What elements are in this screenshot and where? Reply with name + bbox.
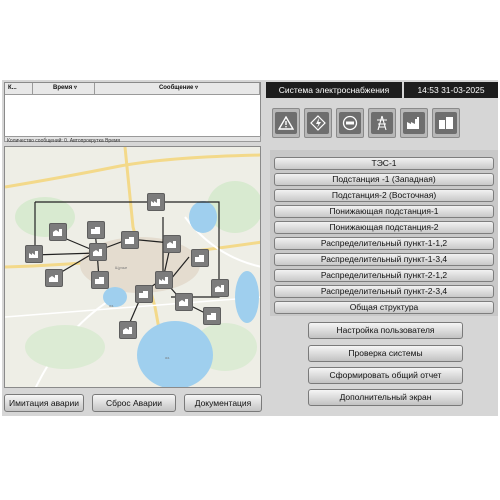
- object-button[interactable]: Распределительный пункт-2-3,4: [274, 285, 494, 298]
- node-substation[interactable]: [49, 223, 67, 241]
- factory-icon: [151, 199, 160, 206]
- building-icon: [123, 327, 132, 334]
- node-substation-west[interactable]: [25, 245, 43, 263]
- building-icon: [215, 285, 224, 292]
- building-icon: [195, 255, 204, 262]
- buildings-tool-button[interactable]: [432, 108, 460, 138]
- lines-tool-button[interactable]: [368, 108, 396, 138]
- general-report-button[interactable]: Сформировать общий отчет: [308, 367, 463, 384]
- power-tool-button[interactable]: [304, 108, 332, 138]
- building-icon: [53, 229, 62, 236]
- building-icon: [167, 241, 176, 248]
- plants-tool-button[interactable]: [400, 108, 428, 138]
- factory-icon: [407, 117, 419, 129]
- object-button[interactable]: Распределительный пункт-2-1,2: [274, 269, 494, 282]
- messages-header: К... Время ▿ Сообщение ▿: [5, 83, 260, 95]
- node-distribution-point[interactable]: [119, 321, 137, 339]
- documentation-button[interactable]: Документация: [184, 394, 262, 412]
- node-distribution-point[interactable]: [175, 293, 193, 311]
- object-button[interactable]: Понижающая подстанция-1: [274, 205, 494, 218]
- extra-screen-button[interactable]: Дополнительный экран: [308, 389, 463, 406]
- svg-text:Щучье: Щучье: [115, 265, 128, 270]
- object-button[interactable]: Подстанция -1 (Западная): [274, 173, 494, 186]
- node-substation[interactable]: [87, 221, 105, 239]
- power-tower-icon: [377, 115, 387, 131]
- svg-text:оз.: оз.: [165, 355, 170, 360]
- filter-icon: ▿: [195, 85, 199, 91]
- object-button[interactable]: Распределительный пункт-1-1,2: [274, 237, 494, 250]
- messages-panel: К... Время ▿ Сообщение ▿: [4, 82, 261, 142]
- node-distribution-point[interactable]: [91, 271, 109, 289]
- objects-panel: ТЭС-1 Подстанция -1 (Западная) Подстанци…: [270, 150, 498, 316]
- node-distribution-point[interactable]: [163, 235, 181, 253]
- building-icon: [49, 275, 58, 282]
- column-header-code[interactable]: К...: [5, 83, 33, 94]
- object-button[interactable]: ТЭС-1: [274, 157, 494, 170]
- building-icon: [125, 237, 134, 244]
- node-substation-east[interactable]: [155, 271, 173, 289]
- building-icon: [139, 291, 148, 298]
- building-icon: [95, 277, 104, 284]
- column-header-message[interactable]: Сообщение ▿: [95, 83, 260, 94]
- object-button[interactable]: Подстанция-2 (Восточная): [274, 189, 494, 202]
- factory-icon: [159, 277, 168, 284]
- building-icon: [91, 227, 100, 234]
- node-distribution-point[interactable]: [45, 269, 63, 287]
- emulate-emergency-button[interactable]: Имитация аварии: [4, 394, 84, 412]
- building-icon: [439, 117, 453, 129]
- map-background: оз. оз. Щучье: [5, 147, 260, 387]
- reset-emergency-button[interactable]: Сброс Аварии: [92, 394, 176, 412]
- messages-count-text: Количество сообщений: 0. Автопрокрутка В…: [7, 138, 121, 144]
- toolbar: [268, 108, 496, 144]
- building-icon: [93, 249, 102, 256]
- building-icon: [179, 299, 188, 306]
- system-check-button[interactable]: Проверка системы: [308, 345, 463, 362]
- node-distribution-point[interactable]: [89, 243, 107, 261]
- messages-list[interactable]: [5, 95, 260, 130]
- building-icon: [207, 313, 216, 320]
- meter-tool-button[interactable]: [336, 108, 364, 138]
- filter-icon: ▿: [73, 85, 77, 91]
- svg-text:оз.: оз.: [109, 303, 114, 308]
- meter-icon: [342, 115, 358, 131]
- object-button[interactable]: Распределительный пункт-1-3,4: [274, 253, 494, 266]
- column-header-time[interactable]: Время ▿: [33, 83, 95, 94]
- clock-display: 14:53 31-03-2025: [404, 82, 498, 98]
- user-settings-button[interactable]: Настройка пользователя: [308, 322, 463, 339]
- network-map[interactable]: оз. оз. Щучье: [4, 146, 261, 388]
- messages-status-bar: Количество сообщений: 0. Автопрокрутка В…: [4, 136, 261, 144]
- lightning-icon: [310, 115, 326, 131]
- object-button[interactable]: Общая структура: [274, 301, 494, 314]
- node-distribution-point[interactable]: [135, 285, 153, 303]
- node-tes-1[interactable]: [147, 193, 165, 211]
- node-distribution-point[interactable]: [121, 231, 139, 249]
- object-button[interactable]: Понижающая подстанция-2: [274, 221, 494, 234]
- alarms-tool-button[interactable]: [272, 108, 300, 138]
- system-title: Система электроснабжения: [266, 82, 402, 98]
- node-step-down-substation[interactable]: [211, 279, 229, 297]
- warning-icon: [278, 116, 294, 130]
- node-step-down-substation[interactable]: [203, 307, 221, 325]
- factory-icon: [29, 251, 38, 258]
- node-distribution-point[interactable]: [191, 249, 209, 267]
